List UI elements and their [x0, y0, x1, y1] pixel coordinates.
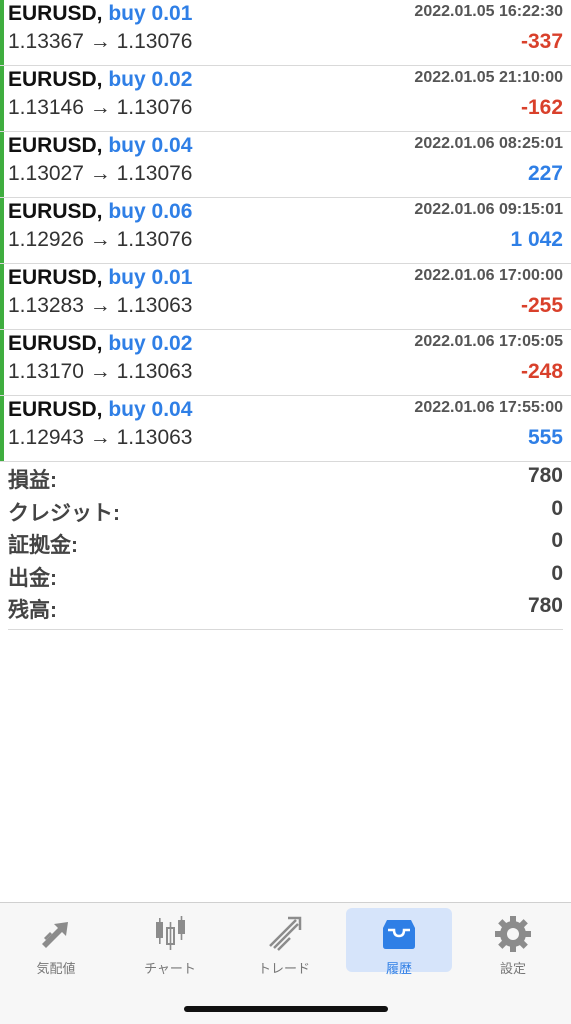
- deal-type: buy 0.01: [108, 2, 193, 25]
- withdrawal-label: 出金:: [8, 566, 57, 590]
- tab-quotes-label: 気配値: [36, 961, 76, 976]
- tab-history[interactable]: 履歴: [346, 908, 452, 976]
- deal-type: buy 0.06: [108, 200, 193, 223]
- deal-row[interactable]: EURUSD, buy 0.02 2022.01.06 17:05:05 1.1…: [0, 330, 571, 396]
- deal-symbol: EURUSD,: [8, 398, 103, 421]
- tab-chart-label: チャート: [144, 961, 196, 976]
- deal-time: 2022.01.06 17:05:05: [414, 333, 563, 350]
- deal-profit: 555: [527, 426, 563, 449]
- balance-label: 残高:: [8, 599, 57, 622]
- inbox-tray-icon: [383, 920, 415, 949]
- summary-row-balance: 残高: 780: [8, 592, 563, 625]
- deal-symbol: EURUSD,: [8, 332, 103, 355]
- balance-value: 780: [527, 594, 563, 617]
- tab-chart[interactable]: チャート: [117, 908, 223, 976]
- profit-value: 780: [527, 464, 563, 487]
- account-summary: 損益: 780 クレジット: 0 証拠金: 0 出金: 0 残高: 780: [8, 462, 563, 630]
- credit-value: 0: [551, 496, 563, 520]
- deal-symbol: EURUSD,: [8, 200, 103, 223]
- deal-prices: 1.12943 → 1.13063: [8, 426, 193, 449]
- summary-row-margin: 証拠金: 0: [8, 527, 563, 560]
- deal-symbol: EURUSD,: [8, 2, 103, 25]
- tab-trade[interactable]: トレード: [231, 908, 337, 976]
- deal-symbol: EURUSD,: [8, 134, 103, 157]
- home-indicator[interactable]: [184, 1006, 388, 1012]
- tab-quotes[interactable]: 気配値: [3, 908, 109, 976]
- deal-row[interactable]: EURUSD, buy 0.02 2022.01.05 21:10:00 1.1…: [0, 66, 571, 132]
- credit-label: クレジット:: [8, 501, 120, 525]
- deals-list: EURUSD, buy 0.01 2022.01.05 16:22:30 1.1…: [0, 0, 571, 462]
- deal-row[interactable]: EURUSD, buy 0.01 2022.01.06 17:00:00 1.1…: [0, 264, 571, 330]
- deal-time: 2022.01.06 08:25:01: [414, 135, 563, 152]
- deal-row[interactable]: EURUSD, buy 0.04 2022.01.06 17:55:00 1.1…: [0, 396, 571, 462]
- deal-type: buy 0.02: [108, 68, 193, 91]
- deal-time: 2022.01.06 17:00:00: [414, 267, 563, 284]
- deal-profit: 227: [527, 162, 563, 185]
- withdrawal-value: 0: [551, 561, 563, 585]
- deal-profit: 1 042: [510, 228, 563, 251]
- profit-label: 損益:: [8, 469, 57, 492]
- deal-time: 2022.01.05 16:22:30: [414, 3, 563, 20]
- deal-type: buy 0.04: [108, 134, 193, 157]
- tab-history-label: 履歴: [385, 961, 412, 976]
- deal-profit: -337: [520, 30, 563, 53]
- deal-row[interactable]: EURUSD, buy 0.06 2022.01.06 09:15:01 1.1…: [0, 198, 571, 264]
- gear-icon: [495, 916, 531, 952]
- deal-type: buy 0.04: [108, 398, 193, 421]
- deal-prices: 1.13027 → 1.13076: [8, 162, 193, 185]
- deal-prices: 1.13367 → 1.13076: [8, 30, 193, 53]
- deal-profit: -255: [520, 294, 563, 317]
- deal-symbol: EURUSD,: [8, 68, 103, 91]
- deal-row[interactable]: EURUSD, buy 0.01 2022.01.05 16:22:30 1.1…: [0, 0, 571, 66]
- summary-row-profit: 損益: 780: [8, 462, 563, 495]
- deal-symbol: EURUSD,: [8, 266, 103, 289]
- deal-prices: 1.12926 → 1.13076: [8, 228, 193, 251]
- deal-time: 2022.01.06 09:15:01: [414, 201, 563, 218]
- margin-value: 0: [551, 529, 563, 552]
- tab-settings-label: 設定: [499, 961, 526, 976]
- deal-prices: 1.13170 → 1.13063: [8, 360, 193, 383]
- diagonal-arrows-icon: [42, 922, 68, 948]
- deal-type: buy 0.02: [108, 332, 193, 355]
- deal-row[interactable]: EURUSD, buy 0.04 2022.01.06 08:25:01 1.1…: [0, 132, 571, 198]
- tab-trade-label: トレード: [257, 961, 310, 976]
- deal-time: 2022.01.06 17:55:00: [414, 399, 563, 416]
- deal-type: buy 0.01: [108, 266, 193, 289]
- trend-up-icon: [269, 916, 302, 951]
- deal-prices: 1.13283 → 1.13063: [8, 294, 193, 317]
- deal-prices: 1.13146 → 1.13076: [8, 96, 193, 119]
- summary-row-withdrawal: 出金: 0: [8, 560, 563, 593]
- tab-settings[interactable]: 設定: [460, 908, 566, 976]
- margin-label: 証拠金:: [8, 534, 78, 557]
- candlestick-icon: [156, 916, 185, 950]
- deal-profit: -248: [520, 360, 563, 383]
- summary-row-credit: クレジット: 0: [8, 495, 563, 528]
- deal-time: 2022.01.05 21:10:00: [414, 69, 563, 86]
- deal-profit: -162: [520, 96, 563, 119]
